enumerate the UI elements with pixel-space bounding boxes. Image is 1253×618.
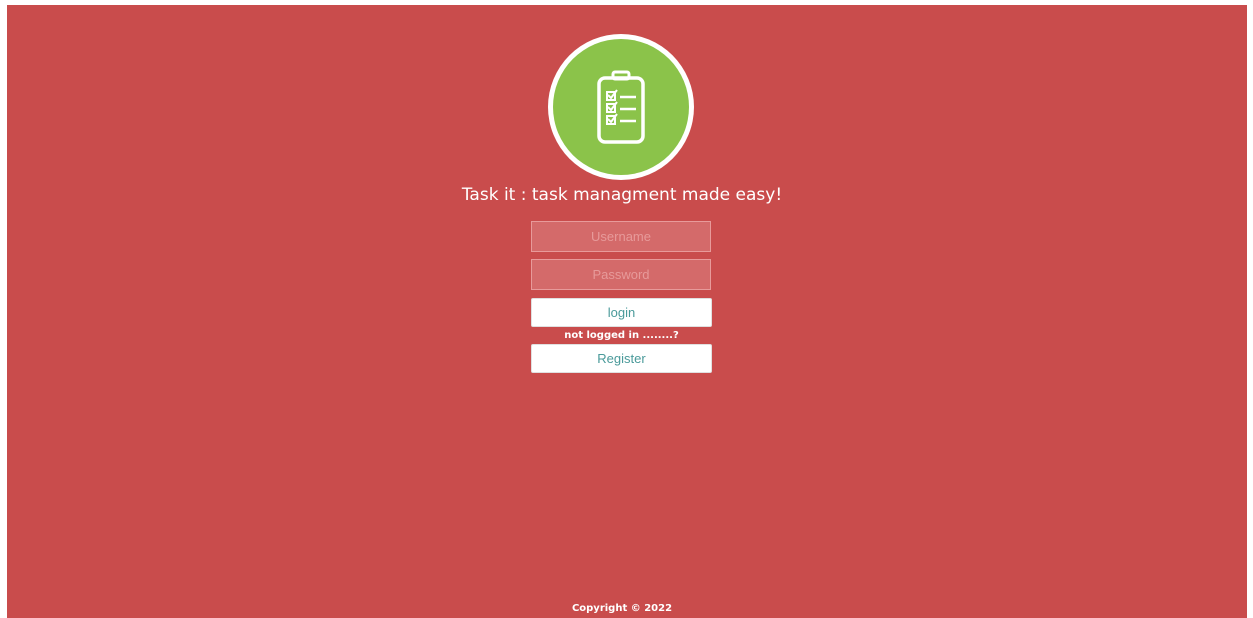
login-button[interactable]: login xyxy=(531,298,712,327)
logo-circle xyxy=(553,39,689,175)
register-button[interactable]: Register xyxy=(531,344,712,373)
password-input[interactable] xyxy=(531,259,711,290)
login-page: Task it : task managment made easy! logi… xyxy=(7,5,1247,618)
app-tagline: Task it : task managment made easy! xyxy=(461,185,783,205)
username-input[interactable] xyxy=(531,221,711,252)
clipboard-checklist-icon xyxy=(597,70,645,144)
app-logo xyxy=(548,34,694,180)
copyright-footer: Copyright © 2022 xyxy=(571,603,673,614)
not-logged-in-text: not logged in ........? xyxy=(564,330,679,341)
